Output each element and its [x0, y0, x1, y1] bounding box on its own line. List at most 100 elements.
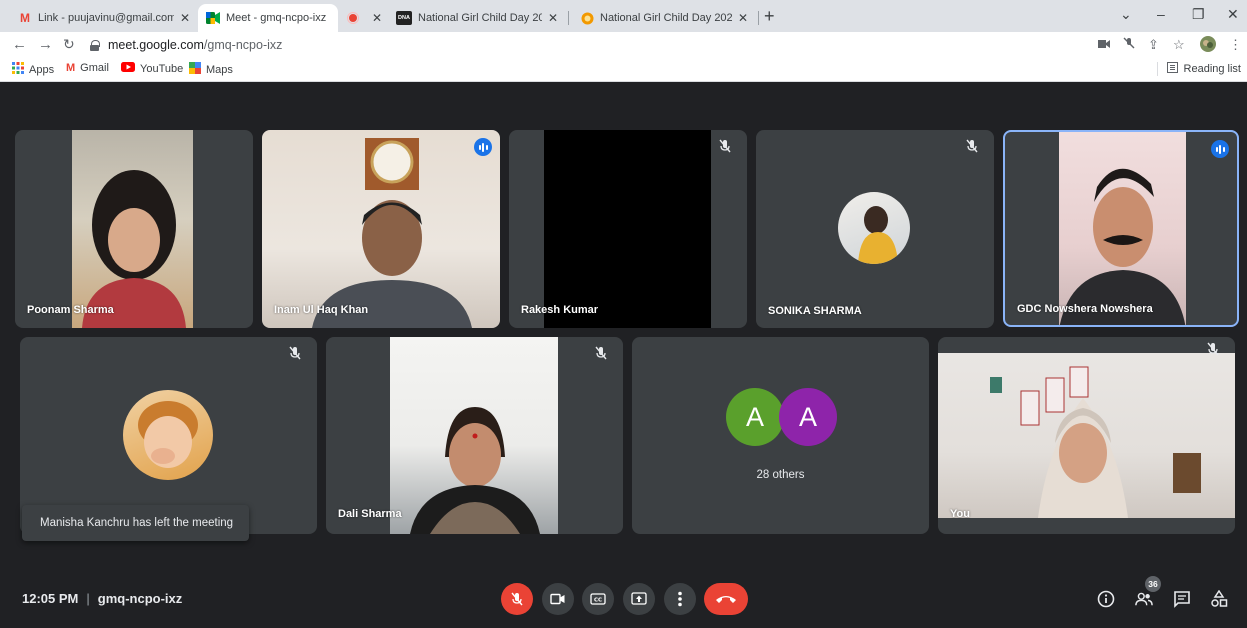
meeting-details-button[interactable] [1097, 590, 1115, 608]
bookmark-apps[interactable]: Apps [12, 62, 54, 77]
tab-title: National Girl Child Day 2022: His [600, 12, 732, 24]
share-icon[interactable]: ⇪ [1148, 37, 1159, 53]
show-everyone-button[interactable] [1135, 590, 1153, 608]
browser-toolbar: ← → ↻ meet.google.com/gmq-ncpo-ixz ⇪ ☆ ⋮ [0, 32, 1247, 58]
microphone-toggle-button[interactable] [501, 583, 533, 615]
bookmark-youtube[interactable]: YouTube [121, 62, 183, 75]
url-domain: meet.google.com [108, 38, 204, 52]
meeting-code: gmq-ncpo-ixz [97, 591, 183, 606]
mic-off-icon [593, 345, 609, 361]
info-icon [1097, 590, 1115, 608]
more-vert-icon [678, 591, 682, 607]
self-tile[interactable]: You [938, 337, 1235, 534]
others-tile[interactable]: A A 28 others [632, 337, 929, 534]
others-count-label: 28 others [756, 469, 805, 481]
participant-name: You [950, 508, 970, 520]
present-now-button[interactable] [623, 583, 655, 615]
bookmark-gmail[interactable]: M Gmail [66, 62, 109, 74]
avatar: A [779, 388, 837, 446]
tab-history-article[interactable]: National Girl Child Day 2022: His ✕ [572, 4, 756, 32]
participant-video [544, 130, 711, 328]
avatar [838, 192, 910, 264]
apps-grid-icon [12, 62, 24, 77]
participant-video [1059, 132, 1186, 325]
address-bar[interactable]: meet.google.com/gmq-ncpo-ixz [90, 35, 1090, 55]
close-tab-icon[interactable]: ✕ [548, 11, 558, 25]
self-video [938, 353, 1235, 518]
tab-dna-article[interactable]: DNA National Girl Child Day 2022: Kno ✕ [388, 4, 566, 32]
close-tab-icon[interactable]: ✕ [180, 11, 190, 25]
leave-call-button[interactable] [704, 583, 748, 615]
close-window-icon[interactable]: ✕ [1227, 6, 1239, 23]
hang-up-icon [716, 596, 736, 603]
current-time: 12:05 PM [22, 591, 79, 606]
participant-video [390, 337, 558, 534]
chrome-menu-icon[interactable]: ⋮ [1229, 37, 1242, 53]
tab-divider [568, 11, 569, 25]
bookmarks-bar: Apps M Gmail YouTube Maps Reading list [0, 58, 1247, 82]
bookmark-label: Gmail [80, 62, 109, 74]
bookmark-star-icon[interactable]: ☆ [1173, 37, 1185, 53]
mic-blocked-icon[interactable] [1123, 37, 1135, 52]
meet-icon [206, 11, 220, 25]
profile-avatar-icon[interactable] [1199, 35, 1217, 56]
avatar [123, 390, 213, 480]
reload-icon[interactable]: ↻ [63, 36, 75, 53]
recording-dot-icon [346, 11, 360, 25]
participant-video [262, 130, 500, 328]
participant-name: Dali Sharma [338, 508, 402, 520]
participant-tile[interactable]: Inam Ul Haq Khan [262, 130, 500, 328]
captions-icon: CC [590, 593, 606, 605]
camera-icon [550, 593, 565, 605]
avatar: A [726, 388, 784, 446]
speaking-indicator-icon [474, 138, 492, 156]
mic-off-icon [511, 592, 523, 606]
url-path: /gmq-ncpo-ixz [203, 38, 283, 52]
reading-list-icon [1166, 62, 1178, 76]
participant-tile-active-speaker[interactable]: GDC Nowshera Nowshera [1003, 130, 1239, 327]
reading-list-button[interactable]: Reading list [1156, 62, 1241, 76]
new-tab-button[interactable]: + [764, 6, 775, 27]
participant-tile[interactable]: SONIKA SHARMA [756, 130, 994, 328]
gmail-icon: M [20, 11, 30, 25]
mic-off-icon [964, 138, 980, 154]
tab-gmail[interactable]: M Link - puujavinu@gmail.com - G ✕ [10, 4, 198, 32]
gmail-icon: M [66, 62, 76, 74]
tab-strip: M Link - puujavinu@gmail.com - G ✕ Meet … [0, 0, 1247, 32]
present-screen-icon [631, 592, 647, 605]
tab-title: National Girl Child Day 2022: Kno [418, 12, 542, 24]
participant-video [72, 130, 193, 328]
svg-text:CC: CC [594, 598, 602, 604]
left-meeting-toast: Manisha Kanchru has left the meeting [22, 505, 249, 541]
captions-button[interactable]: CC [582, 583, 614, 615]
back-icon[interactable]: ← [12, 36, 27, 53]
participant-name: Poonam Sharma [27, 304, 114, 316]
lock-icon [90, 40, 100, 51]
reading-list-label: Reading list [1183, 63, 1241, 75]
forward-icon[interactable]: → [38, 36, 53, 53]
activities-shapes-icon [1211, 590, 1228, 607]
minimize-icon[interactable]: – [1157, 6, 1165, 22]
tab-meet[interactable]: Meet - gmq-ncpo-ixz [198, 4, 338, 32]
close-tab-icon[interactable]: ✕ [372, 11, 382, 25]
camera-in-use-icon[interactable] [1098, 37, 1110, 52]
bookmark-label: Maps [206, 63, 233, 76]
divider [1156, 62, 1158, 76]
restore-icon[interactable]: ❐ [1192, 6, 1205, 23]
tab-title: Meet - gmq-ncpo-ixz [226, 12, 327, 24]
chat-button[interactable] [1173, 590, 1191, 608]
bookmark-maps[interactable]: Maps [189, 62, 233, 77]
participant-tile[interactable]: Poonam Sharma [15, 130, 253, 328]
participant-tile[interactable]: Rakesh Kumar [509, 130, 747, 328]
tab-recording[interactable]: ✕ [338, 4, 388, 32]
activities-button[interactable] [1210, 590, 1228, 608]
speaking-indicator-icon [1211, 140, 1229, 158]
participant-tile[interactable]: Dali Sharma [326, 337, 623, 534]
tab-search-icon[interactable]: ⌄ [1120, 6, 1132, 23]
camera-toggle-button[interactable] [542, 583, 574, 615]
tab-title: Link - puujavinu@gmail.com - G [38, 12, 174, 24]
close-tab-icon[interactable]: ✕ [738, 11, 748, 25]
participant-name: Inam Ul Haq Khan [274, 304, 369, 316]
mic-off-icon [717, 138, 733, 154]
more-options-button[interactable] [664, 583, 696, 615]
